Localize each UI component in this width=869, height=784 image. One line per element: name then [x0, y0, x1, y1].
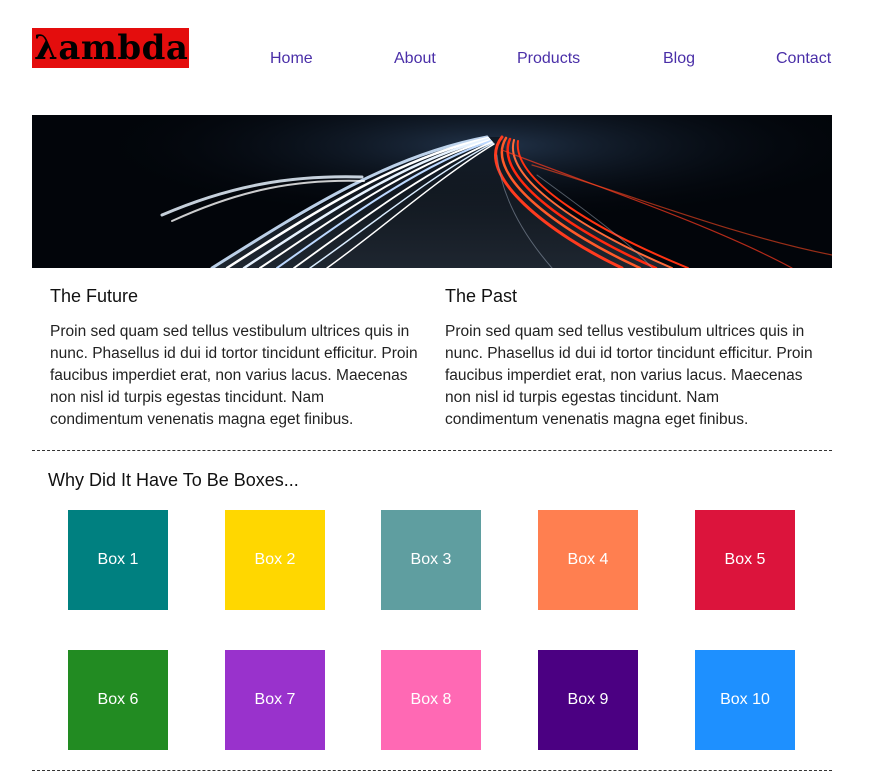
nav-home-link[interactable]: Home	[270, 50, 313, 68]
box-2: Box 2	[225, 510, 325, 610]
nav-blog-link[interactable]: Blog	[663, 50, 695, 68]
box-4: Box 4	[538, 510, 638, 610]
nav-about-link[interactable]: About	[394, 50, 436, 68]
box-9: Box 9	[538, 650, 638, 750]
box-3: Box 3	[381, 510, 481, 610]
footer-divider	[32, 770, 832, 771]
past-column: The Past Proin sed quam sed tellus vesti…	[445, 286, 815, 431]
nav-products-link[interactable]: Products	[517, 50, 580, 68]
future-heading: The Future	[50, 286, 139, 306]
box-6: Box 6	[68, 650, 168, 750]
section-divider	[32, 450, 832, 451]
site-logo[interactable]: λambda	[32, 28, 189, 68]
logo-text: λambda	[34, 28, 189, 68]
boxes-heading: Why Did It Have To Be Boxes...	[48, 470, 299, 490]
box-10: Box 10	[695, 650, 795, 750]
box-8: Box 8	[381, 650, 481, 750]
box-1: Box 1	[68, 510, 168, 610]
future-body: Proin sed quam sed tellus vestibulum ult…	[50, 323, 418, 428]
past-body: Proin sed quam sed tellus vestibulum ult…	[445, 323, 813, 428]
box-5: Box 5	[695, 510, 795, 610]
future-column: The Future Proin sed quam sed tellus ves…	[50, 286, 420, 431]
box-7: Box 7	[225, 650, 325, 750]
nav-contact-link[interactable]: Contact	[776, 50, 831, 68]
hero-image	[32, 115, 832, 268]
past-heading: The Past	[445, 286, 518, 306]
